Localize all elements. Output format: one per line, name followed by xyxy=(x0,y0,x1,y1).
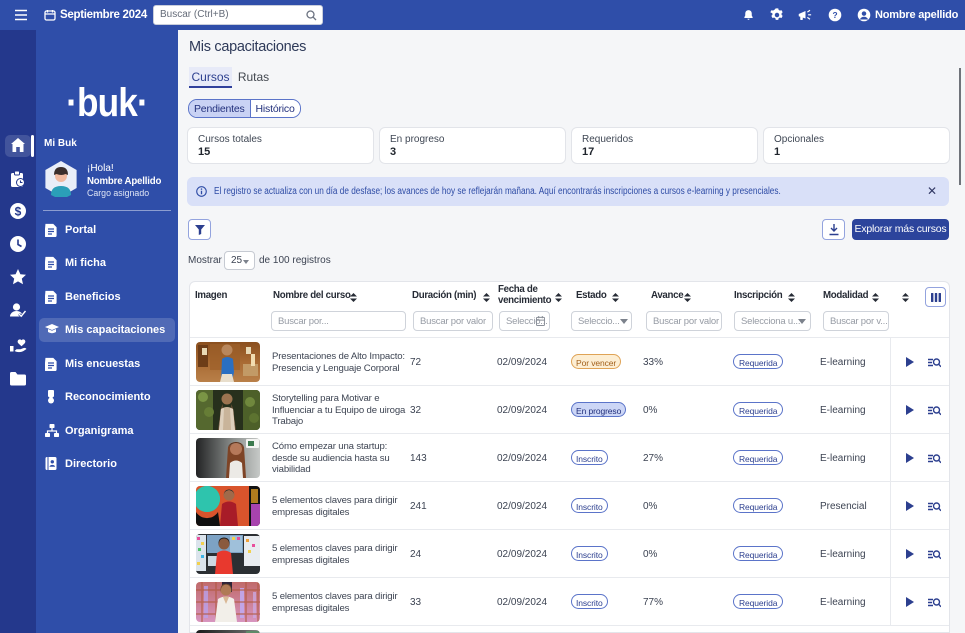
svg-text:?: ? xyxy=(832,10,837,20)
svg-text:$: $ xyxy=(15,205,22,219)
